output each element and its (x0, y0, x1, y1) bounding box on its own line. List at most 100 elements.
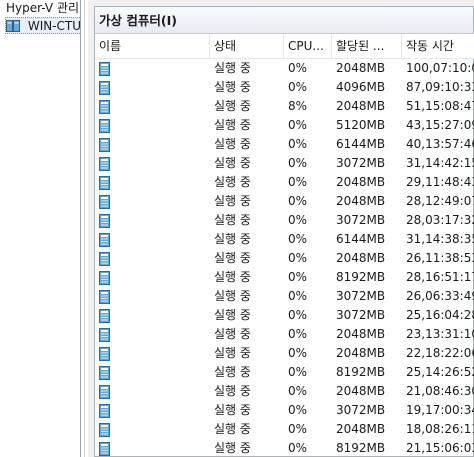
virtual-machine-icon (99, 404, 111, 418)
vm-assigned-memory: 8192MB (336, 365, 386, 379)
vm-uptime: 25,16:04:28 (406, 308, 474, 322)
vm-uptime: 19,17:00:34 (406, 403, 474, 417)
vm-uptime: 21,15:06:03 (406, 441, 474, 455)
vm-row[interactable]: 실행 중 0% 2048MB 26,11:38:53 (95, 249, 474, 268)
vm-assigned-memory: 4096MB (336, 80, 386, 94)
vm-row[interactable]: 실행 중 0% 2048MB 23,13:31:10 (95, 325, 474, 344)
vm-row[interactable]: 실행 중 0% 3072MB 31,14:42:15 (95, 154, 474, 173)
vm-row[interactable]: 실행 중 0% 3072MB 26,06:33:49 (95, 287, 474, 306)
vm-row[interactable]: 실행 중 0% 2048MB 100,07:10:01 (95, 59, 474, 78)
virtual-machine-icon (99, 81, 111, 95)
vm-row[interactable]: 실행 중 0% 4096MB 87,09:10:33 (95, 78, 474, 97)
vm-row[interactable]: 실행 중 0% 2048MB 29,11:48:43 (95, 173, 474, 192)
vm-row[interactable]: 실행 중 0% 5120MB 43,15:27:09 (95, 116, 474, 135)
vm-state: 실행 중 (214, 251, 251, 265)
vm-uptime: 21,08:46:30 (406, 384, 474, 398)
vm-row[interactable]: 실행 중 0% 8192MB 21,15:06:03 (95, 439, 474, 457)
vm-uptime: 51,15:08:47 (406, 99, 474, 113)
virtual-machine-icon (99, 290, 111, 304)
virtual-machine-icon (99, 347, 111, 361)
vm-cpu-usage: 0% (288, 308, 308, 322)
vm-row[interactable]: 실행 중 0% 8192MB 28,16:51:17 (95, 268, 474, 287)
vm-uptime: 22,18:22:06 (406, 346, 474, 360)
column-header-name[interactable]: 이름 (95, 34, 210, 59)
vm-row[interactable]: 실행 중 8% 2048MB 51,15:08:47 (95, 97, 474, 116)
vm-cpu-usage: 0% (288, 422, 308, 436)
vm-uptime: 28,16:51:17 (406, 270, 474, 284)
virtual-machine-icon (99, 100, 111, 114)
vm-uptime: 26,06:33:49 (406, 289, 474, 303)
tree-item-server[interactable]: WIN-CTUM (5, 17, 80, 34)
vm-state: 실행 중 (214, 61, 251, 75)
vm-assigned-memory: 3072MB (336, 289, 386, 303)
vm-row[interactable]: 실행 중 0% 3072MB 19,17:00:34 (95, 401, 474, 420)
virtual-machine-icon (99, 366, 111, 380)
vm-uptime: 100,07:10:01 (406, 61, 474, 75)
vm-uptime: 18,08:26:11 (406, 422, 474, 436)
column-header-memory[interactable]: 할당된 ... (332, 34, 402, 59)
vm-assigned-memory: 3072MB (336, 308, 386, 322)
vm-row[interactable]: 실행 중 0% 2048MB 21,08:46:30 (95, 382, 474, 401)
navigation-tree: Hyper-V 관리 WIN-CTUM (0, 0, 80, 457)
virtual-machine-icon (99, 195, 111, 209)
virtual-machine-icon (99, 271, 111, 285)
vm-row[interactable]: 실행 중 0% 2048MB 28,12:49:07 (95, 192, 474, 211)
vm-cpu-usage: 0% (288, 194, 308, 208)
vm-uptime: 87,09:10:33 (406, 80, 474, 94)
virtual-machine-icon (99, 233, 111, 247)
server-icon (6, 20, 20, 32)
vm-assigned-memory: 2048MB (336, 175, 386, 189)
vm-cpu-usage: 0% (288, 327, 308, 341)
virtual-machine-icon (99, 385, 111, 399)
vm-row[interactable]: 실행 중 0% 8192MB 25,14:26:52 (95, 363, 474, 382)
vm-assigned-memory: 6144MB (336, 137, 386, 151)
vm-state: 실행 중 (214, 99, 251, 113)
column-header-state[interactable]: 상태 (210, 34, 284, 59)
vm-row[interactable]: 실행 중 0% 6144MB 31,14:38:35 (95, 230, 474, 249)
vm-row[interactable]: 실행 중 0% 3072MB 25,16:04:28 (95, 306, 474, 325)
tree-item-hyperv-manager[interactable]: Hyper-V 관리 (6, 0, 79, 17)
virtual-machine-icon (99, 157, 111, 171)
vm-assigned-memory: 5120MB (336, 118, 386, 132)
vm-state: 실행 중 (214, 175, 251, 189)
vm-uptime: 26,11:38:53 (406, 251, 474, 265)
vm-cpu-usage: 0% (288, 137, 308, 151)
vm-assigned-memory: 2048MB (336, 327, 386, 341)
vm-state: 실행 중 (214, 365, 251, 379)
pane-splitter[interactable] (80, 0, 88, 457)
vm-row[interactable]: 실행 중 0% 6144MB 40,13:57:46 (95, 135, 474, 154)
vm-cpu-usage: 0% (288, 118, 308, 132)
vm-assigned-memory: 2048MB (336, 61, 386, 75)
vm-cpu-usage: 0% (288, 156, 308, 170)
vm-row[interactable]: 실행 중 0% 2048MB 22,18:22:06 (95, 344, 474, 363)
vm-row[interactable]: 실행 중 0% 2048MB 18,08:26:11 (95, 420, 474, 439)
vm-assigned-memory: 2048MB (336, 384, 386, 398)
virtual-machine-icon (99, 442, 111, 456)
vm-cpu-usage: 0% (288, 441, 308, 455)
virtual-machine-icon (99, 62, 111, 76)
vm-state: 실행 중 (214, 384, 251, 398)
vm-list: 실행 중 0% 2048MB 100,07:10:01 실행 중 0% 4096MB 87,0… (95, 59, 474, 457)
vm-state: 실행 중 (214, 80, 251, 94)
vm-state: 실행 중 (214, 346, 251, 360)
vm-assigned-memory: 2048MB (336, 99, 386, 113)
vm-cpu-usage: 0% (288, 61, 308, 75)
virtual-machines-panel: 가상 컴퓨터(I) 이름 상태 CPU... 할당된 ... 작동 시간 실행 … (94, 6, 474, 457)
vm-uptime: 40,13:57:46 (406, 137, 474, 151)
vm-state: 실행 중 (214, 213, 251, 227)
vm-row[interactable]: 실행 중 0% 3072MB 28,03:17:32 (95, 211, 474, 230)
vm-cpu-usage: 0% (288, 175, 308, 189)
vm-assigned-memory: 6144MB (336, 232, 386, 246)
vm-cpu-usage: 0% (288, 232, 308, 246)
vm-state: 실행 중 (214, 118, 251, 132)
column-header-uptime[interactable]: 작동 시간 (402, 34, 474, 59)
panel-title: 가상 컴퓨터(I) (95, 7, 473, 34)
vm-uptime: 31,14:38:35 (406, 232, 474, 246)
vm-state: 실행 중 (214, 232, 251, 246)
vm-uptime: 23,13:31:10 (406, 327, 474, 341)
vm-cpu-usage: 0% (288, 270, 308, 284)
vm-cpu-usage: 0% (288, 213, 308, 227)
column-header-cpu[interactable]: CPU... (284, 34, 332, 59)
vm-cpu-usage: 0% (288, 384, 308, 398)
column-header-row: 이름 상태 CPU... 할당된 ... 작동 시간 (95, 34, 474, 59)
